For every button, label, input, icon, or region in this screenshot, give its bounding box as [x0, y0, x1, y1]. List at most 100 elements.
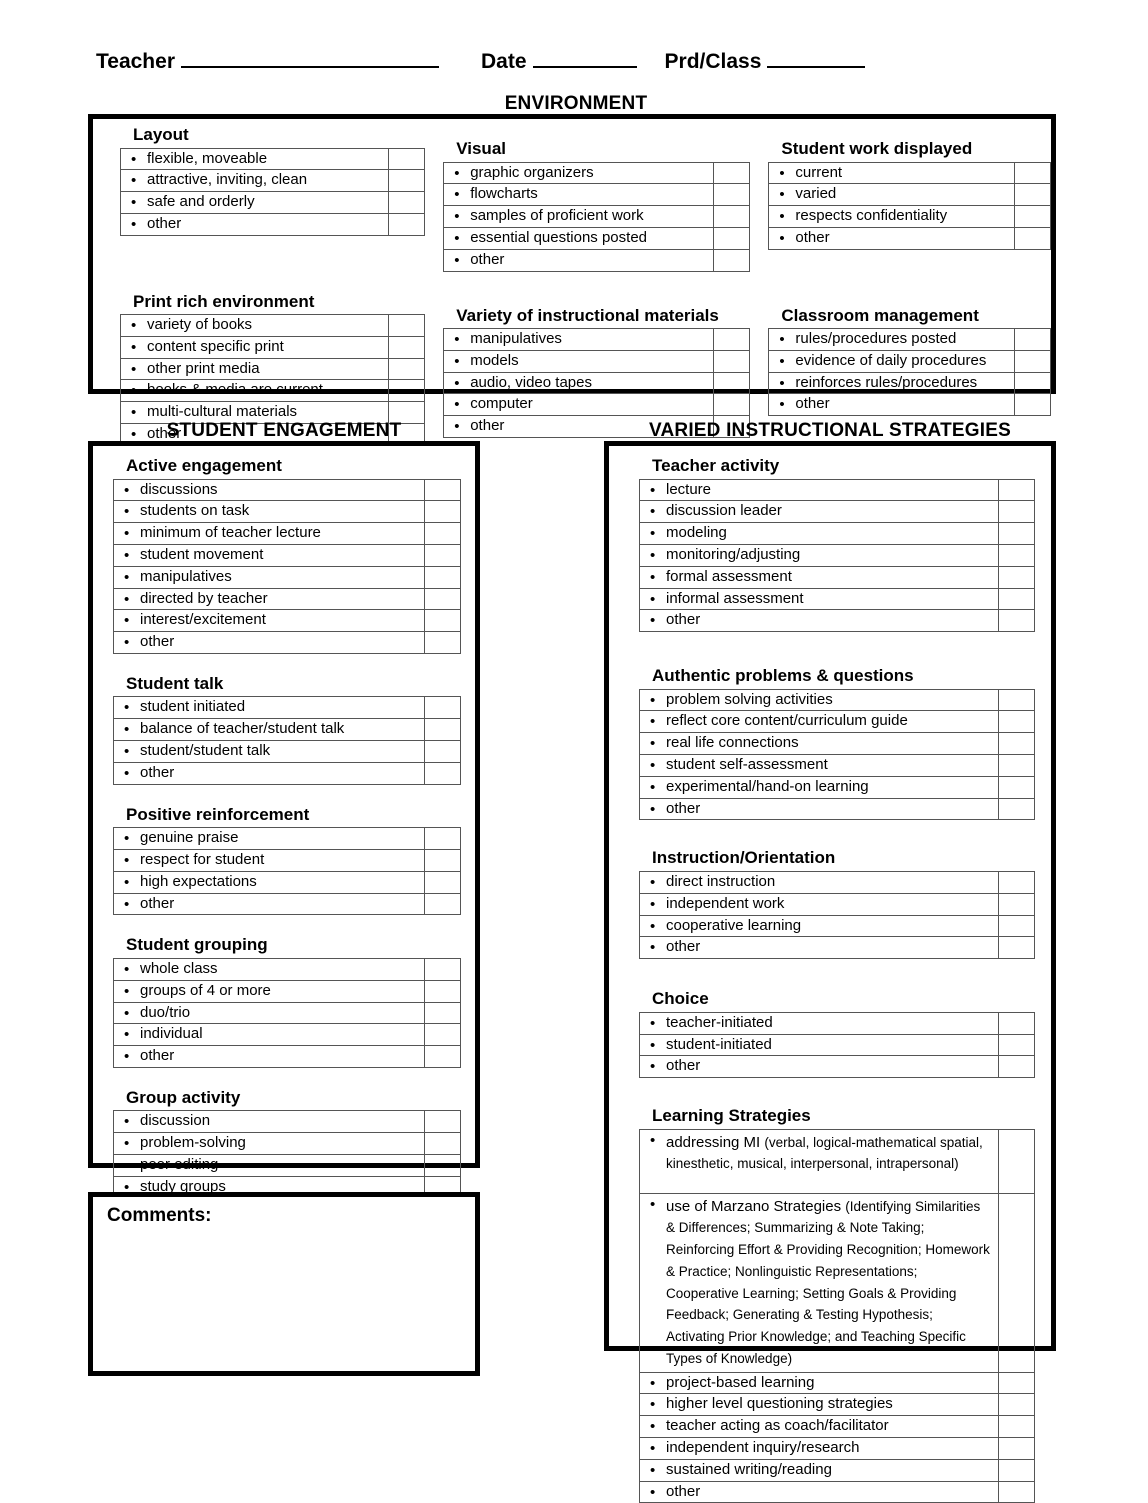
checkbox-cell[interactable] — [1013, 161, 1051, 185]
item-cell: • students on task — [113, 500, 425, 524]
checkbox-cell[interactable] — [998, 1480, 1035, 1503]
checkbox-cell[interactable] — [1013, 205, 1051, 228]
checkbox-cell[interactable] — [424, 740, 461, 763]
checkbox-cell[interactable] — [998, 1192, 1035, 1373]
checkbox-cell[interactable] — [998, 1437, 1035, 1460]
checkbox-cell[interactable] — [1013, 183, 1051, 207]
checkbox-cell[interactable] — [424, 870, 461, 894]
checkbox-cell[interactable] — [1013, 393, 1051, 417]
checkbox-cell[interactable] — [998, 500, 1035, 524]
checkbox-cell[interactable] — [998, 587, 1035, 611]
bullet-icon: • — [779, 352, 785, 370]
item-cell: • samples of proficient work — [443, 205, 715, 228]
checkbox-cell[interactable] — [424, 631, 461, 654]
checkbox-cell[interactable] — [998, 1011, 1035, 1035]
bullet-icon: • — [650, 874, 656, 891]
checkbox-cell[interactable] — [713, 205, 751, 228]
checkbox-cell[interactable] — [424, 1023, 461, 1047]
checkbox-cell[interactable] — [998, 1371, 1035, 1395]
checkbox-cell[interactable] — [713, 393, 751, 417]
table-row: • discussion — [113, 1110, 461, 1134]
checkbox-cell[interactable] — [424, 718, 461, 742]
checkbox-cell[interactable] — [424, 849, 461, 872]
checkbox-cell[interactable] — [998, 1033, 1035, 1057]
period-class-input[interactable] — [767, 51, 866, 68]
checkbox-cell[interactable] — [1013, 226, 1051, 250]
checkbox-cell[interactable] — [1013, 349, 1051, 373]
bullet-icon: • — [131, 338, 137, 356]
checkbox-cell[interactable] — [998, 1393, 1035, 1417]
item-cell: • other — [639, 1480, 999, 1503]
checkbox-cell[interactable] — [424, 478, 461, 502]
bullet-icon: • — [124, 721, 130, 739]
checkbox-cell[interactable] — [424, 761, 461, 785]
checkbox-cell[interactable] — [998, 1128, 1035, 1194]
checkbox-cell[interactable] — [713, 183, 751, 207]
checkbox-cell[interactable] — [388, 379, 426, 403]
checkbox-cell[interactable] — [998, 478, 1035, 502]
checkbox-cell[interactable] — [1013, 371, 1051, 395]
checkbox-cell[interactable] — [998, 892, 1035, 916]
checkbox-cell[interactable] — [388, 314, 426, 337]
comments-box[interactable]: Comments: — [88, 1192, 480, 1376]
checkbox-cell[interactable] — [998, 775, 1035, 799]
table-row: • other — [113, 761, 461, 785]
checkbox-cell[interactable] — [998, 1458, 1035, 1482]
checkbox-cell[interactable] — [424, 543, 461, 567]
checkbox-cell[interactable] — [424, 1110, 461, 1134]
table-row: • project-based learning — [639, 1371, 1035, 1395]
checkbox-cell[interactable] — [998, 732, 1035, 756]
checkbox-cell[interactable] — [424, 979, 461, 1003]
item-cell: • flexible, moveable — [119, 147, 390, 171]
checkbox-cell[interactable] — [388, 147, 426, 171]
checkbox-cell[interactable] — [424, 587, 461, 611]
checkbox-cell[interactable] — [998, 543, 1035, 567]
table-row: • modeling — [639, 522, 1035, 545]
checkbox-cell[interactable] — [424, 565, 461, 589]
checkbox-cell[interactable] — [998, 871, 1035, 894]
checkbox-cell[interactable] — [424, 696, 461, 720]
checkbox-cell[interactable] — [424, 827, 461, 850]
checkbox-cell[interactable] — [713, 248, 751, 272]
bullet-icon: • — [650, 1483, 656, 1501]
checkbox-cell[interactable] — [998, 936, 1035, 960]
checkbox-cell[interactable] — [388, 169, 426, 193]
checkbox-cell[interactable] — [424, 1045, 461, 1068]
checkbox-cell[interactable] — [424, 1001, 461, 1025]
date-input[interactable] — [532, 51, 637, 68]
checkbox-cell[interactable] — [424, 1154, 461, 1177]
checkbox-cell[interactable] — [424, 957, 461, 981]
checkbox-cell[interactable] — [713, 349, 751, 373]
checkbox-cell[interactable] — [713, 161, 751, 185]
checkbox-cell[interactable] — [388, 191, 426, 214]
checkbox-cell[interactable] — [1013, 328, 1051, 351]
checkbox-cell[interactable] — [424, 500, 461, 524]
teacher-input[interactable] — [181, 51, 439, 68]
item-cell: • current — [768, 161, 1015, 185]
checkbox-cell[interactable] — [388, 357, 426, 381]
checkbox-cell[interactable] — [388, 335, 426, 359]
checkbox-cell[interactable] — [424, 1132, 461, 1156]
checkbox-cell[interactable] — [713, 371, 751, 395]
table-row: • evidence of daily procedures — [768, 349, 1051, 373]
checkbox-cell[interactable] — [424, 522, 461, 545]
checkbox-cell[interactable] — [998, 914, 1035, 938]
checkbox-cell[interactable] — [424, 609, 461, 633]
checkbox-cell[interactable] — [998, 710, 1035, 734]
checkbox-cell[interactable] — [998, 522, 1035, 545]
checkbox-cell[interactable] — [998, 754, 1035, 777]
checkbox-cell[interactable] — [388, 212, 426, 236]
checkbox-cell[interactable] — [998, 688, 1035, 712]
item-cell: • higher level questioning strategies — [639, 1393, 999, 1417]
checkbox-cell[interactable] — [998, 797, 1035, 821]
checklist-choice: • teacher-initiated • student-initiated • o… — [639, 1011, 1035, 1079]
item-label: high expectations — [140, 872, 257, 890]
checkbox-cell[interactable] — [713, 328, 751, 351]
checkbox-cell[interactable] — [998, 1415, 1035, 1439]
checkbox-cell[interactable] — [998, 1055, 1035, 1079]
group-heading-choice: Choice — [652, 989, 709, 1009]
checkbox-cell[interactable] — [998, 609, 1035, 633]
checkbox-cell[interactable] — [998, 565, 1035, 589]
checkbox-cell[interactable] — [713, 226, 751, 250]
checkbox-cell[interactable] — [424, 892, 461, 916]
